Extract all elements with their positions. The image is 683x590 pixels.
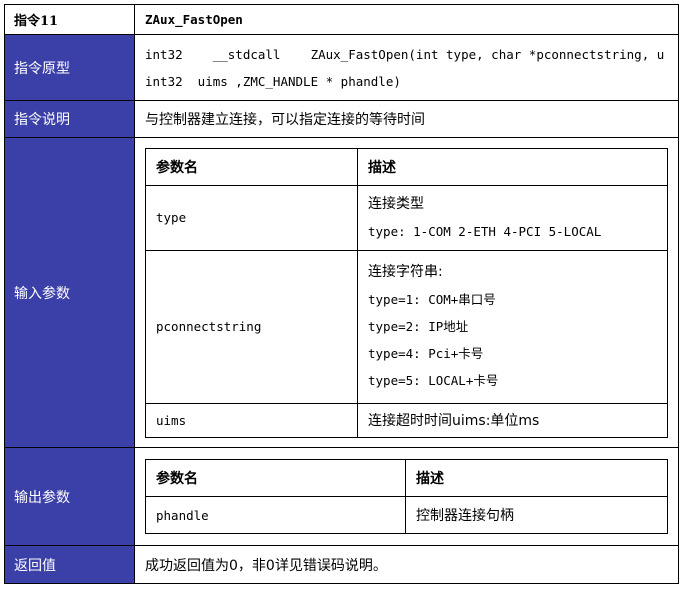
param-name: type bbox=[145, 184, 358, 251]
desc-line: type=5: LOCAL+卡号 bbox=[368, 373, 499, 388]
inputs-col-desc: 描述 bbox=[357, 147, 668, 186]
inputs-cell: 参数名 描述 type 连接类型 type: 1-COM 2-ETH 4-PCI… bbox=[134, 137, 679, 448]
prototype-value: int32 __stdcall ZAux_FastOpen(int type, … bbox=[134, 34, 679, 101]
prototype-label: 指令原型 bbox=[4, 34, 135, 101]
inputs-header-row: 参数名 描述 bbox=[145, 147, 668, 186]
outputs-header-row: 参数名 描述 bbox=[145, 459, 668, 497]
command-name: ZAux_FastOpen bbox=[134, 4, 679, 35]
prototype-line-1: int32 __stdcall ZAux_FastOpen(int type, … bbox=[145, 46, 665, 62]
returns-row: 返回值 成功返回值为0，非0详见错误码说明。 bbox=[4, 545, 679, 584]
desc-line: type: 1-COM 2-ETH 4-PCI 5-LOCAL bbox=[368, 223, 602, 239]
inputs-table: 参数名 描述 type 连接类型 type: 1-COM 2-ETH 4-PCI… bbox=[145, 147, 668, 438]
param-desc: 连接超时时间uims:单位ms bbox=[357, 402, 668, 438]
param-desc: 控制器连接句柄 bbox=[405, 496, 668, 534]
outputs-row: 输出参数 参数名 描述 phandle 控制器连接句柄 bbox=[4, 447, 679, 546]
outputs-cell: 参数名 描述 phandle 控制器连接句柄 bbox=[134, 447, 679, 546]
param-desc: 连接字符串: type=1: COM+串口号 type=2: IP地址 type… bbox=[357, 249, 668, 404]
table-row: phandle 控制器连接句柄 bbox=[145, 496, 668, 534]
desc-line: 连接字符串: bbox=[368, 264, 443, 280]
returns-label: 返回值 bbox=[4, 545, 135, 584]
returns-text: 成功返回值为0，非0详见错误码说明。 bbox=[134, 545, 679, 584]
outputs-label: 输出参数 bbox=[4, 447, 135, 546]
description-label: 指令说明 bbox=[4, 100, 135, 138]
desc-line: type=2: IP地址 bbox=[368, 319, 469, 334]
table-row: uims 连接超时时间uims:单位ms bbox=[145, 402, 668, 438]
description-row: 指令说明 与控制器建立连接，可以指定连接的等待时间 bbox=[4, 100, 679, 138]
table-row: type 连接类型 type: 1-COM 2-ETH 4-PCI 5-LOCA… bbox=[145, 184, 668, 251]
param-name: pconnectstring bbox=[145, 249, 358, 404]
outputs-col-desc: 描述 bbox=[405, 459, 668, 497]
command-number: 指令11 bbox=[4, 4, 135, 35]
prototype-row: 指令原型 int32 __stdcall ZAux_FastOpen(int t… bbox=[4, 34, 679, 101]
param-name: uims bbox=[145, 402, 358, 438]
description-text: 与控制器建立连接，可以指定连接的等待时间 bbox=[134, 100, 679, 138]
inputs-row: 输入参数 参数名 描述 type 连接类型 type: 1-COM 2-ETH … bbox=[4, 137, 679, 448]
param-name: phandle bbox=[145, 496, 406, 534]
prototype-line-2: int32 uims ,ZMC_HANDLE * phandle) bbox=[145, 73, 401, 89]
inputs-label: 输入参数 bbox=[4, 137, 135, 448]
header-row: 指令11 ZAux_FastOpen bbox=[4, 4, 679, 35]
desc-line: 连接类型 bbox=[368, 195, 424, 212]
desc-line: type=1: COM+串口号 bbox=[368, 292, 496, 307]
outputs-table: 参数名 描述 phandle 控制器连接句柄 bbox=[145, 459, 668, 534]
api-doc: 指令11 ZAux_FastOpen 指令原型 int32 __stdcall … bbox=[4, 4, 679, 584]
desc-line: type=4: Pci+卡号 bbox=[368, 346, 484, 361]
param-desc: 连接类型 type: 1-COM 2-ETH 4-PCI 5-LOCAL bbox=[357, 184, 668, 251]
api-table: 指令11 ZAux_FastOpen 指令原型 int32 __stdcall … bbox=[4, 4, 679, 584]
table-row: pconnectstring 连接字符串: type=1: COM+串口号 ty… bbox=[145, 249, 668, 404]
outputs-col-name: 参数名 bbox=[145, 459, 406, 497]
inputs-col-name: 参数名 bbox=[145, 147, 358, 186]
